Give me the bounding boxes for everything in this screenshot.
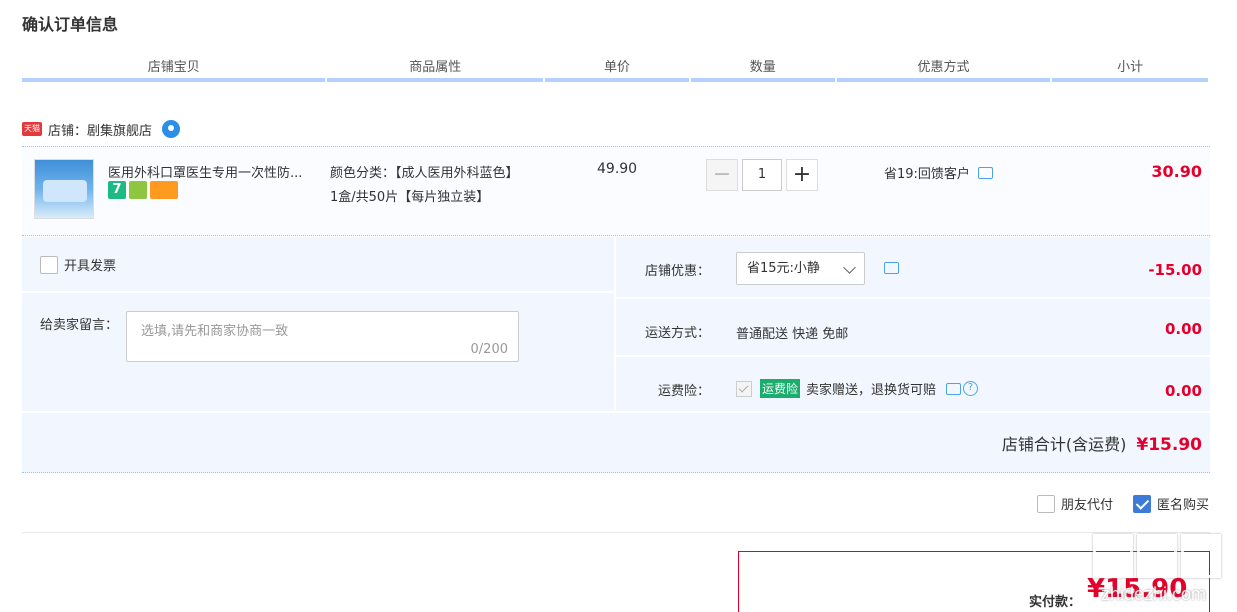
service-tags: 7 <box>108 181 178 199</box>
header-subtotal: 小计 <box>1052 58 1208 82</box>
product-title-link[interactable]: 医用外科口罩医生专用一次性防... <box>108 162 322 181</box>
product-thumbnail[interactable] <box>34 159 94 219</box>
insurance-amount: 0.00 <box>1164 382 1202 400</box>
anonymous-label: 匿名购买 <box>1156 498 1209 513</box>
anonymous-checkbox[interactable] <box>1132 494 1151 513</box>
shop-total-label: 店铺合计(含运费) <box>1001 435 1127 454</box>
header-shop-item: 店铺宝贝 <box>22 58 326 82</box>
anonymous-option[interactable]: 匿名购买 <box>1132 494 1209 513</box>
wangwang-chat-icon[interactable] <box>162 120 181 138</box>
shop-discount-amount: -15.00 <box>1148 261 1202 279</box>
payment-label: 实付款： <box>1029 595 1082 610</box>
invoice-checkbox[interactable] <box>40 255 58 274</box>
invoice-label: 开具发票 <box>64 259 117 274</box>
watermark-glyph <box>1137 534 1177 578</box>
watermark-glyph <box>1093 534 1133 578</box>
watermark-logo: zhidezhi.com <box>1087 530 1227 612</box>
promo-text: 省19:回馈客户 <box>884 167 970 182</box>
insurance-text: 卖家赠送，退换货可赔 <box>806 383 937 398</box>
help-icon[interactable]: ? <box>963 381 979 396</box>
credit-card-icon[interactable] <box>150 181 178 199</box>
shop-discount-label: 店铺优惠： <box>644 264 710 279</box>
shop-name-link[interactable]: 店铺：剧集旗舰店 <box>48 120 152 139</box>
header-promo: 优惠方式 <box>836 58 1051 82</box>
shop-total-amount: ¥15.90 <box>1136 435 1202 455</box>
message-icon[interactable] <box>977 166 993 179</box>
seller-message-placeholder: 选填,请先和商家协商一致 <box>141 324 289 339</box>
message-icon[interactable] <box>884 262 899 274</box>
insurance-checkbox[interactable] <box>736 380 752 397</box>
unit-price: 49.90 <box>597 161 638 177</box>
quantity-minus-button[interactable]: − <box>706 159 738 191</box>
seller-message-count: 0/200 <box>470 342 508 357</box>
tmall-icon: 天猫 <box>22 122 42 136</box>
shopping-bag-icon[interactable] <box>129 181 147 199</box>
shipping-label: 运送方式： <box>644 326 710 341</box>
shop-total: 店铺合计(含运费) ¥15.90 <box>1002 431 1202 455</box>
panel-divider <box>22 411 1210 413</box>
purchase-options: 朋友代付 匿名购买 <box>1036 494 1209 513</box>
seller-message-label: 给卖家留言： <box>40 318 119 333</box>
header-attributes: 商品属性 <box>327 58 544 82</box>
shipping-amount: 0.00 <box>1164 320 1202 338</box>
order-table-header: 店铺宝贝 商品属性 单价 数量 优惠方式 小计 <box>22 58 1210 82</box>
friend-pay-checkbox[interactable] <box>1036 494 1055 513</box>
page-title: 确认订单信息 <box>22 15 119 34</box>
insurance-label: 运费险： <box>657 384 710 399</box>
order-extras-panel: 开具发票 给卖家留言： 选填,请先和商家协商一致 0/200 店铺优惠： 省15… <box>22 237 1210 473</box>
header-unit-price: 单价 <box>545 58 689 82</box>
item-subtotal: 30.90 <box>1151 162 1202 181</box>
panel-divider <box>616 297 1210 299</box>
shop-discount-select[interactable]: 省15元:小静 <box>736 252 865 285</box>
chevron-down-icon <box>843 261 856 274</box>
invoice-option[interactable]: 开具发票 <box>40 255 116 274</box>
promo-method: 省19:回馈客户 <box>884 163 993 182</box>
order-item-row: 医用外科口罩医生专用一次性防... 7 颜色分类：【成人医用外科蓝色】 1盒/共… <box>22 146 1210 236</box>
quantity-stepper: − 1 + <box>706 159 818 191</box>
friend-pay-label: 朋友代付 <box>1060 498 1113 513</box>
panel-divider <box>616 355 1210 357</box>
shipping-method: 普通配送 快递 免邮 <box>736 327 849 342</box>
seller-message-textarea[interactable]: 选填,请先和商家协商一致 0/200 <box>126 311 519 362</box>
insurance-badge: 运费险 <box>760 379 801 398</box>
message-icon[interactable] <box>946 382 962 395</box>
seven-day-return-icon[interactable]: 7 <box>108 181 126 199</box>
friend-pay-option[interactable]: 朋友代付 <box>1036 494 1113 513</box>
section-divider <box>22 532 1210 533</box>
product-pack-attribute: 1盒/共50片【每片独立装】 <box>330 190 490 205</box>
panel-divider <box>22 291 614 293</box>
quantity-plus-button[interactable]: + <box>786 159 818 191</box>
shipping-insurance: 运费险 卖家赠送，退换货可赔 ? <box>736 379 979 398</box>
header-quantity: 数量 <box>690 58 835 82</box>
quantity-input[interactable]: 1 <box>742 159 782 191</box>
watermark-text: zhidezhi.com <box>1101 584 1207 604</box>
watermark-glyph <box>1181 534 1221 578</box>
product-color-attribute: 颜色分类：【成人医用外科蓝色】 <box>330 166 519 181</box>
shop-discount-selected: 省15元:小静 <box>747 261 820 276</box>
shop-row: 天猫 店铺：剧集旗舰店 <box>22 118 181 140</box>
